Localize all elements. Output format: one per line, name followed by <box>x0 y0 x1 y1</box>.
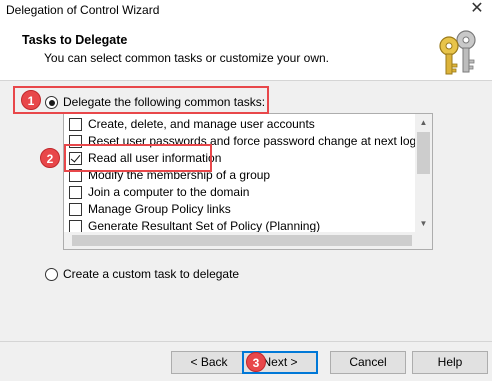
list-item[interactable]: Join a computer to the domain <box>69 185 414 202</box>
horizontal-scrollbar[interactable] <box>64 232 432 249</box>
scroll-up-icon[interactable]: ▲ <box>415 114 432 131</box>
task-label: Generate Resultant Set of Policy (Planni… <box>88 219 321 233</box>
task-label: Create, delete, and manage user accounts <box>88 117 315 131</box>
page-subtitle: You can select common tasks or customize… <box>44 51 330 65</box>
help-button[interactable]: Help <box>412 351 488 374</box>
custom-task-label[interactable]: Create a custom task to delegate <box>63 267 239 281</box>
task-label: Join a computer to the domain <box>88 185 250 199</box>
task-checkbox[interactable] <box>69 118 82 131</box>
back-button[interactable]: < Back <box>171 351 247 374</box>
cancel-button[interactable]: Cancel <box>330 351 406 374</box>
horizontal-scroll-thumb[interactable] <box>72 235 412 246</box>
wizard-header: Tasks to Delegate You can select common … <box>0 22 492 81</box>
common-tasks-list[interactable]: Create, delete, and manage user accounts… <box>63 113 433 250</box>
task-checkbox[interactable] <box>69 186 82 199</box>
callout-highlight-read-user-info <box>64 144 212 172</box>
scroll-down-icon[interactable]: ▼ <box>415 215 432 232</box>
footer-divider <box>0 341 492 342</box>
custom-task-radio[interactable] <box>45 268 58 281</box>
task-label: Manage Group Policy links <box>88 202 231 216</box>
page-title: Tasks to Delegate <box>22 33 128 47</box>
window-title: Delegation of Control Wizard <box>6 3 160 17</box>
list-item[interactable]: Manage Group Policy links <box>69 202 414 219</box>
vertical-scrollbar[interactable]: ▲ ▼ <box>415 114 432 249</box>
title-bar: Delegation of Control Wizard ✕ <box>0 0 492 22</box>
callout-highlight-common-tasks <box>13 86 269 114</box>
task-checkbox[interactable] <box>69 203 82 216</box>
close-icon[interactable]: ✕ <box>462 0 492 20</box>
callout-badge-1: 1 <box>21 90 41 110</box>
list-item[interactable]: Create, delete, and manage user accounts <box>69 117 414 134</box>
scroll-thumb[interactable] <box>417 132 430 174</box>
keys-icon <box>439 30 476 75</box>
callout-badge-3: 3 <box>246 352 266 372</box>
callout-badge-2: 2 <box>40 148 60 168</box>
